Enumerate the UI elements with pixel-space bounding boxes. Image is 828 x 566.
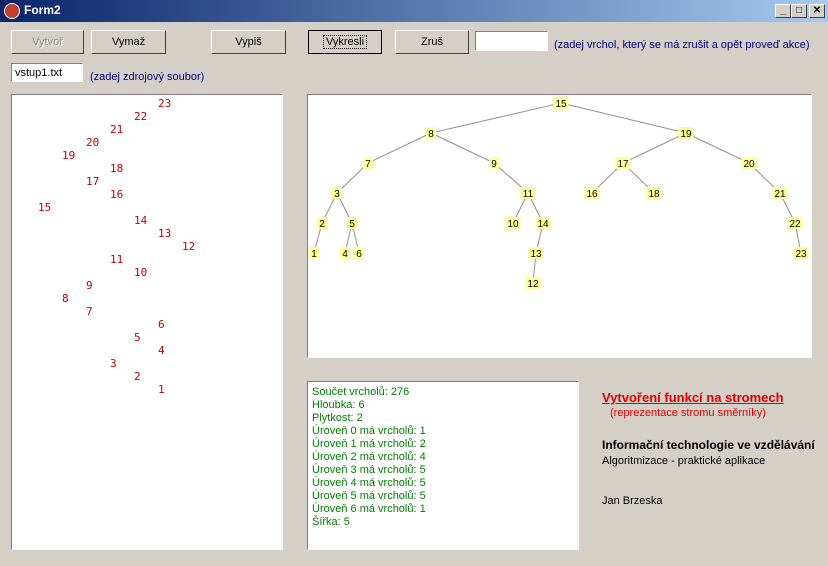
tree-print-panel[interactable]: 23 22 21 20 19 18 17 16 15 14 13 12 11 10 9 8 7 6 5 4 3 2 1 — [11, 94, 283, 550]
stats-line: Šířka: 5 — [312, 516, 350, 528]
tree-print-line: 19 — [62, 149, 76, 162]
tree-print-line: 4 — [158, 344, 165, 357]
tree-edge — [560, 102, 687, 134]
tree-node-label: 18 — [648, 189, 660, 200]
tree-print-line: 10 — [134, 266, 148, 279]
info-title: Vytvoření funkcí na stromech — [602, 390, 784, 405]
tree-edge — [622, 132, 687, 164]
info-subtitle: (reprezentace stromu směrníky) — [610, 407, 766, 419]
stats-line: Součet vrcholů: 276 — [312, 386, 410, 398]
source-file-input[interactable] — [11, 63, 83, 82]
minimize-button[interactable]: _ — [775, 4, 791, 18]
window-title: Form2 — [24, 3, 61, 17]
tree-node-label: 11 — [523, 189, 534, 200]
tree-graph: 158 197 9 17 203 11 16 18 212 5 10 14 221 4 6 13 2312 — [309, 97, 809, 290]
title-bar[interactable]: Form2 _ □ ✕ — [0, 0, 828, 22]
tree-node-label: 8 — [428, 129, 434, 140]
cancel-vertex-button[interactable]: Zruš — [395, 30, 469, 54]
tree-node-label: 7 — [365, 159, 371, 170]
create-button[interactable]: Vytvoř — [11, 30, 84, 54]
tree-print-line: 16 — [110, 188, 124, 201]
tree-node-label: 20 — [743, 159, 755, 170]
info-topic: Algoritmizace - praktické aplikace — [602, 455, 766, 467]
tree-print-line: 23 — [158, 97, 172, 110]
tree-node-label: 3 — [334, 189, 340, 200]
tree-node-label: 15 — [555, 99, 567, 110]
tree-print-line: 20 — [86, 136, 100, 149]
stats-line: Úroveň 3 má vrcholů: 5 — [312, 464, 426, 476]
stats-line: Úroveň 2 má vrcholů: 4 — [312, 451, 426, 463]
stats-panel[interactable]: Součet vrcholů: 276 Hloubka: 6 Plytkost: 2… — [307, 381, 579, 550]
tree-print-line: 8 — [62, 292, 69, 305]
tree-edge — [430, 102, 562, 134]
source-file-hint: (zadej zdrojový soubor) — [90, 71, 205, 83]
tree-print-line: 13 — [158, 227, 172, 240]
maximize-button[interactable]: □ — [791, 4, 807, 18]
tree-node-label: 14 — [537, 219, 549, 230]
tree-node-label: 16 — [586, 189, 598, 200]
stats-line: Hloubka: 6 — [312, 399, 365, 411]
tree-node-label: 4 — [342, 249, 348, 260]
tree-print-line: 5 — [134, 331, 141, 344]
draw-button[interactable]: Vykresli — [308, 30, 382, 54]
tree-print-line: 17 — [86, 175, 100, 188]
vertex-input[interactable] — [475, 31, 548, 51]
tree-print-line: 15 — [38, 201, 52, 214]
tree-print-line: 9 — [86, 279, 93, 292]
tree-node-label: 17 — [617, 159, 629, 170]
tree-edge — [430, 132, 495, 164]
stats-line: Úroveň 1 má vrcholů: 2 — [312, 438, 426, 450]
close-button[interactable]: ✕ — [809, 4, 825, 18]
tree-print-line: 6 — [158, 318, 165, 331]
tree-print-line: 22 — [134, 110, 148, 123]
print-button[interactable]: Vypiš — [211, 30, 286, 54]
stats-line: Plytkost: 2 — [312, 412, 363, 424]
tree-print-line: 21 — [110, 123, 124, 136]
tree-node-label: 9 — [491, 159, 497, 170]
tree-print-line: 7 — [86, 305, 93, 318]
stats-line: Úroveň 6 má vrcholů: 1 — [312, 503, 426, 515]
info-course: Informační technologie ve vzdělávání — [602, 438, 815, 452]
tree-print-line: 18 — [110, 162, 124, 175]
tree-node-label: 22 — [789, 219, 801, 230]
tree-node-label: 19 — [680, 129, 692, 140]
tree-print-line: 14 — [134, 214, 148, 227]
tree-node-label: 23 — [795, 249, 807, 260]
tree-node-label: 13 — [530, 249, 542, 260]
tree-print-line: 11 — [110, 253, 124, 266]
vertex-hint: (zadej vrchol, který se má zrušit a opět… — [554, 39, 810, 51]
stats-line: Úroveň 4 má vrcholů: 5 — [312, 477, 426, 489]
tree-node-label: 5 — [349, 219, 355, 230]
app-icon[interactable] — [4, 3, 20, 19]
tree-edge — [367, 132, 432, 164]
tree-node-label: 12 — [527, 279, 539, 290]
tree-print-line: 3 — [110, 357, 117, 370]
tree-edge — [685, 132, 750, 164]
draw-button-label: Vykresli — [322, 35, 368, 49]
tree-node-label: 6 — [356, 249, 362, 260]
tree-print-line: 2 — [134, 370, 141, 383]
tree-node-label: 10 — [507, 219, 519, 230]
tree-print-line: 1 — [158, 383, 165, 396]
tree-print-line: 12 — [182, 240, 196, 253]
tree-node-label: 2 — [319, 219, 325, 230]
tree-drawing-panel: 15 8 19 7 9 17 20 3 11 16 18 21 2 5 10 14 22 1 4 6 13 23 12 — [307, 94, 812, 358]
stats-line: Úroveň 5 má vrcholů: 5 — [312, 490, 426, 502]
tree-node-label: 1 — [311, 249, 317, 260]
delete-button[interactable]: Vymaž — [91, 30, 166, 54]
stats-line: Úroveň 0 má vrcholů: 1 — [312, 425, 426, 437]
tree-node-label: 21 — [774, 189, 786, 200]
info-author: Jan Brzeska — [602, 495, 663, 507]
